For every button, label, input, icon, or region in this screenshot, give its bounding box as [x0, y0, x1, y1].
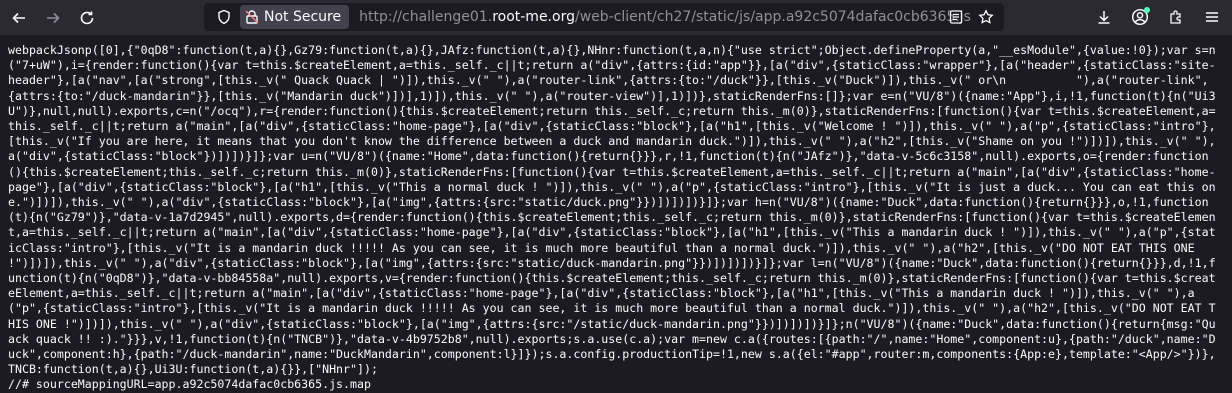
security-label: Not Secure: [264, 9, 342, 25]
insecure-lock-icon: [244, 9, 260, 25]
menu-icon[interactable]: [1198, 3, 1226, 31]
url-text[interactable]: http://challenge01.root-me.org/web-clien…: [359, 9, 971, 25]
extensions-icon[interactable]: [1162, 3, 1190, 31]
url-bar[interactable]: Not Secure http://challenge01.root-me.or…: [204, 3, 1004, 31]
download-icon[interactable]: [1090, 3, 1118, 31]
toolbar-right-icons: [1090, 3, 1226, 31]
url-domain: root-me.org: [492, 9, 575, 25]
bookmark-star-icon[interactable]: [976, 7, 996, 27]
reload-icon[interactable]: [72, 3, 102, 33]
page-content: webpackJsonp([0],{"0qD8":function(t,a){}…: [0, 35, 1232, 391]
account-icon[interactable]: [1126, 3, 1154, 31]
reader-view-icon[interactable]: [946, 7, 966, 27]
url-bar-actions: [946, 7, 996, 27]
url-path: /web-client/ch27/static/js/app.a92c5074d…: [574, 9, 971, 25]
shield-icon[interactable]: [212, 5, 236, 29]
url-prefix: http://challenge01.: [359, 9, 493, 25]
browser-toolbar: Not Secure http://challenge01.root-me.or…: [0, 0, 1232, 35]
security-indicator[interactable]: Not Secure: [240, 5, 350, 29]
forward-arrow-icon[interactable]: [38, 3, 68, 33]
javascript-source: webpackJsonp([0],{"0qD8":function(t,a){}…: [8, 43, 1216, 392]
back-arrow-icon[interactable]: [4, 3, 34, 33]
